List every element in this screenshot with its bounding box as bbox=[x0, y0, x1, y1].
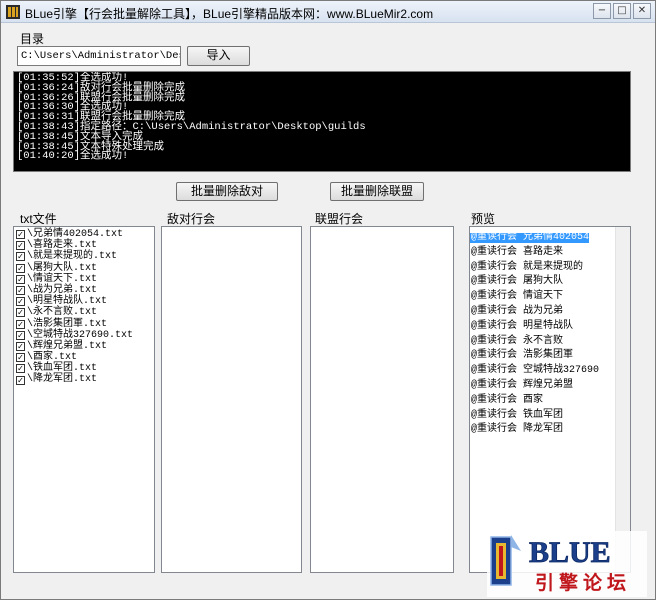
preview-line-text: @重读行会 空城特战327690 bbox=[471, 365, 600, 377]
blue-logo: BLUE 引擎论坛 bbox=[487, 531, 647, 597]
preview-line-text: @重读行会 战为兄弟 bbox=[471, 305, 564, 317]
preview-line: @重读行会 降龙军团 bbox=[470, 420, 630, 435]
file-list-item[interactable]: ✓ \空城特战327690.txt bbox=[14, 330, 154, 341]
preview-line-text: @重读行会 浩影集团軍 bbox=[471, 350, 574, 362]
checkbox-checked-icon[interactable]: ✓ bbox=[16, 364, 25, 374]
checkbox-checked-icon[interactable]: ✓ bbox=[16, 319, 25, 329]
preview-line: @重读行会 情谊天下 bbox=[470, 287, 630, 302]
preview-line: @重读行会 铁血军团 bbox=[470, 406, 630, 421]
preview-line-text: @重读行会 降龙军团 bbox=[471, 424, 564, 436]
file-name: \酉家.txt bbox=[27, 352, 78, 364]
file-list-item[interactable]: ✓ \情谊天下.txt bbox=[14, 274, 154, 285]
preview-line: @重读行会 浩影集团軍 bbox=[470, 346, 630, 361]
preview-line-text: @重读行会 永不言败 bbox=[471, 335, 564, 347]
file-name: \辉煌兄弟盟.txt bbox=[27, 340, 108, 352]
preview-line-text: @重读行会 喜路走来 bbox=[471, 246, 564, 258]
path-input[interactable]: C:\Users\Administrator\Desktop\gu bbox=[17, 46, 181, 66]
delete-enemy-button[interactable]: 批量删除敌对 bbox=[176, 182, 278, 201]
file-list-item[interactable]: ✓ \铁血军团.txt bbox=[14, 363, 154, 374]
preview-line: @重读行会 永不言败 bbox=[470, 332, 630, 347]
preview-line-selected: @重读行会 兄弟情402054 bbox=[470, 232, 590, 243]
logo-subtitle-text: 引擎论坛 bbox=[535, 571, 631, 594]
preview-header: 预览 bbox=[471, 212, 496, 226]
file-name: \屠狗大队.txt bbox=[27, 262, 98, 274]
file-list-item[interactable]: ✓ \战为兄弟.txt bbox=[14, 285, 154, 296]
file-name: \明星特战队.txt bbox=[27, 296, 108, 308]
file-list-item[interactable]: ✓ \浩影集团軍.txt bbox=[14, 319, 154, 330]
window-controls: − □ ✕ bbox=[593, 3, 651, 19]
log-output[interactable]: [01:35:52]全选成功! [01:36:24]敌对行会批量删除完成 [01:3… bbox=[13, 71, 631, 172]
file-name: \就是来提现的.txt bbox=[27, 251, 118, 263]
preview-line: @重读行会 空城特战327690 bbox=[470, 361, 630, 376]
preview-line-text: @重读行会 辉煌兄弟盟 bbox=[471, 379, 574, 391]
checkbox-checked-icon[interactable]: ✓ bbox=[16, 286, 25, 296]
file-list-item[interactable]: ✓ \明星特战队.txt bbox=[14, 296, 154, 307]
preview-line-text: @重读行会 明星特战队 bbox=[471, 320, 574, 332]
file-list-item[interactable]: ✓ \永不言败.txt bbox=[14, 307, 154, 318]
window-title: BLue引擎【行会批量解除工具】，BLue引擎精品版本网：www.BLueMir… bbox=[25, 7, 434, 21]
app-icon bbox=[6, 5, 20, 19]
checkbox-checked-icon[interactable]: ✓ bbox=[16, 252, 25, 262]
file-list-item[interactable]: ✓ \兄弟情402054.txt bbox=[14, 229, 154, 240]
delete-alliance-button[interactable]: 批量删除联盟 bbox=[330, 182, 424, 201]
preview-scrollbar[interactable] bbox=[615, 227, 630, 572]
preview-list[interactable]: @重读行会 兄弟情402054 @重读行会 喜路走来 @重读行会 就是来提现的 @重读… bbox=[469, 226, 631, 573]
file-name: \铁血军团.txt bbox=[27, 363, 98, 375]
log-line: [01:40:20]全选成功! bbox=[17, 150, 129, 163]
file-name: \永不言败.txt bbox=[27, 307, 98, 319]
file-list-item[interactable]: ✓ \降龙军团.txt bbox=[14, 374, 154, 385]
preview-content: @重读行会 兄弟情402054 @重读行会 喜路走来 @重读行会 就是来提现的 @重读… bbox=[470, 227, 630, 435]
alliance-guilds-list[interactable] bbox=[310, 226, 454, 573]
checkbox-checked-icon[interactable]: ✓ bbox=[16, 241, 25, 251]
title-bar[interactable]: BLue引擎【行会批量解除工具】，BLue引擎精品版本网：www.BLueMir… bbox=[1, 1, 655, 23]
preview-line: @重读行会 就是来提现的 bbox=[470, 258, 630, 273]
file-list-item[interactable]: ✓ \辉煌兄弟盟.txt bbox=[14, 341, 154, 352]
file-list-item[interactable]: ✓ \就是来提现的.txt bbox=[14, 251, 154, 262]
checkbox-checked-icon[interactable]: ✓ bbox=[16, 263, 25, 273]
txt-files-list[interactable]: ✓ \兄弟情402054.txt ✓ \喜路走来.txt ✓ \就是来提现的.txt ✓ \屠… bbox=[13, 226, 155, 573]
file-list-item[interactable]: ✓ \屠狗大队.txt bbox=[14, 263, 154, 274]
file-name: \情谊天下.txt bbox=[27, 273, 98, 285]
checkbox-checked-icon[interactable]: ✓ bbox=[16, 341, 25, 351]
checkbox-checked-icon[interactable]: ✓ bbox=[16, 375, 25, 385]
checkbox-checked-icon[interactable]: ✓ bbox=[16, 230, 25, 240]
preview-line-text: @重读行会 屠狗大队 bbox=[471, 276, 564, 288]
preview-line-text: @重读行会 铁血军团 bbox=[471, 409, 564, 421]
file-name: \降龙军团.txt bbox=[27, 374, 98, 386]
main-window: BLue引擎【行会批量解除工具】，BLue引擎精品版本网：www.BLueMir… bbox=[0, 0, 656, 600]
preview-line-text: @重读行会 就是来提现的 bbox=[471, 261, 584, 273]
enemy-guilds-header: 敌对行会 bbox=[167, 212, 216, 226]
checkbox-checked-icon[interactable]: ✓ bbox=[16, 297, 25, 307]
preview-line: @重读行会 酉家 bbox=[470, 391, 630, 406]
checkbox-checked-icon[interactable]: ✓ bbox=[16, 308, 25, 318]
checkbox-checked-icon[interactable]: ✓ bbox=[16, 353, 25, 363]
preview-line: @重读行会 兄弟情402054 bbox=[470, 228, 630, 243]
file-name: \浩影集团軍.txt bbox=[27, 318, 108, 330]
preview-line: @重读行会 屠狗大队 bbox=[470, 272, 630, 287]
import-button[interactable]: 导入 bbox=[187, 46, 250, 66]
checkbox-checked-icon[interactable]: ✓ bbox=[16, 274, 25, 284]
preview-line: @重读行会 辉煌兄弟盟 bbox=[470, 376, 630, 391]
directory-label: 目录 bbox=[20, 32, 45, 46]
checkbox-checked-icon[interactable]: ✓ bbox=[16, 330, 25, 340]
preview-line-text: @重读行会 情谊天下 bbox=[471, 291, 564, 303]
file-list-item[interactable]: ✓ \喜路走来.txt bbox=[14, 240, 154, 251]
file-list-item[interactable]: ✓ \酉家.txt bbox=[14, 352, 154, 363]
file-name: \空城特战327690.txt bbox=[27, 329, 134, 341]
file-name: \兄弟情402054.txt bbox=[27, 229, 124, 240]
restore-button[interactable]: □ bbox=[613, 3, 631, 19]
preview-line-text: @重读行会 酉家 bbox=[471, 394, 544, 406]
preview-line: @重读行会 喜路走来 bbox=[470, 243, 630, 258]
close-button[interactable]: ✕ bbox=[633, 3, 651, 19]
txt-files-header: txt文件 bbox=[20, 212, 57, 226]
preview-line: @重读行会 战为兄弟 bbox=[470, 302, 630, 317]
file-name: \喜路走来.txt bbox=[27, 240, 98, 252]
enemy-guilds-list[interactable] bbox=[161, 226, 302, 573]
preview-line: @重读行会 明星特战队 bbox=[470, 317, 630, 332]
minimize-button[interactable]: − bbox=[593, 3, 611, 19]
logo-brand-text: BLUE bbox=[529, 536, 611, 569]
alliance-guilds-header: 联盟行会 bbox=[315, 212, 364, 226]
file-name: \战为兄弟.txt bbox=[27, 284, 98, 296]
